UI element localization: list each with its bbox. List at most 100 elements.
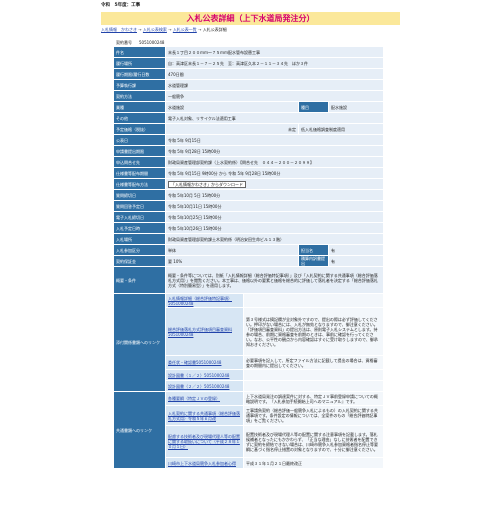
common-label: 共通書類へのリンク	[113, 391, 166, 469]
row-label: 質問回答予定日	[113, 200, 166, 212]
row-value: 令和 5年10月25日 15時00分	[165, 211, 384, 223]
attachment-desc	[243, 369, 384, 381]
row-label: 契約保証金	[113, 255, 166, 267]
row-app-deadline: 申請書提出期限 令和 5年 9月28日 15時00分	[113, 145, 384, 157]
row-value: 有	[328, 244, 384, 256]
common-link[interactable]: 入札契約に関する共通事項（総合評価落札方式用）令和５年６月改	[165, 405, 244, 426]
attachment-link[interactable]: 総合評価落札方式評価項目審査資料 5051000248	[165, 307, 244, 356]
common-link[interactable]: 配慮する技術者及び現場代理人等の配置に関する取扱いについて（平成２８年１０月１日…	[165, 425, 244, 458]
row-value: 自：高津区末長１－７－２５先 至：高津区久本２－１１－３４先 ほか３件	[165, 57, 384, 69]
attachment-desc	[243, 293, 384, 308]
attachment-link[interactable]: 設計図書（２／２）5051000248	[165, 380, 244, 392]
row-place: 履行場所 自：高津区末長１－７－２５先 至：高津区久本２－１１－３４先 ほか３件	[113, 57, 384, 69]
row-label: 質問締切日	[113, 189, 166, 201]
row-open-date: 入札予定日時 令和 5年10月26日 15時00分	[113, 222, 384, 234]
row-method: 契約方法 一般競争	[113, 90, 384, 102]
row-label: 予算執行課	[113, 79, 166, 91]
attachment-link[interactable]: 設計図書（１／２）5051000248	[165, 369, 244, 381]
row-jv: 入札参加区分 単体 担当名 有	[113, 244, 384, 256]
breadcrumb-search-link[interactable]: 入札公表検索	[143, 27, 167, 32]
row-value: 末長１丁目２００ｍｍ～７５ｍｍ配水管布設替工事	[165, 46, 384, 58]
attachment-desc	[243, 380, 384, 392]
row-kind: 業種 水道施設 種目 配水施設	[113, 101, 384, 113]
row-value: 低入札価格調査制度適用	[298, 123, 384, 135]
attachment-desc: 第３号様式は摘記欄が全対象外ですので、提出の際は必ず評価してください。押印がない…	[243, 307, 384, 356]
common-desc: 平成３１年１月２１日最終改正	[243, 457, 384, 469]
row-label: 契約方法	[113, 90, 166, 102]
row-value: 470日間	[165, 68, 384, 80]
row-label: 担当名	[298, 244, 329, 256]
row-doc-method: 仕様書等配布方法 「入札情報かわさき」からダウンロード	[113, 178, 384, 190]
row-value: 令和 5年10月 5日 15時00分	[165, 189, 384, 201]
row-value: 令和 5年10月11日 15時00分	[165, 200, 384, 212]
common-row: 共通書類へのリンク 各種要綱（特定ＪＶの登録） 上下水道局発注の調達案件に対する…	[113, 391, 384, 469]
fiscal-year-line: 令和 5年度：工事	[101, 3, 141, 8]
breadcrumb-current: 入札公表詳細	[202, 27, 227, 32]
row-label: 件名	[113, 46, 166, 58]
row-label: その他	[113, 112, 166, 124]
row-label: 電子入札締切日	[113, 211, 166, 223]
breadcrumb-home-link[interactable]: 入札情報 かわさき	[101, 27, 137, 32]
row-summary: 概要・条件 概要・条件等については、別紙「入札情報詳細（総合評価特記事項）」及び…	[113, 266, 384, 294]
row-label: 仕様書等配布方法	[113, 178, 166, 190]
row-value: 水道管理課	[165, 79, 384, 91]
row-label: 予定価格（税抜）	[113, 123, 166, 135]
row-question-deadline: 質問締切日 令和 5年10月 5日 15時00分	[113, 189, 384, 201]
row-label: 積算内訳書提出	[298, 255, 329, 267]
row-label: 入札予定日時	[113, 222, 166, 234]
contract-no-value: 5051000248	[139, 40, 165, 45]
row-category: 予算執行課 水道管理課	[113, 79, 384, 91]
row-name: 件名 末長１丁目２００ｍｍ～７５ｍｍ配水管布設替工事	[113, 46, 384, 58]
row-other: その他 電子入札対象、リサイクル法適用工事	[113, 112, 384, 124]
row-value: 概要・条件等については、別紙「入札情報詳細（総合評価特記事項）」及び「入札契約に…	[165, 266, 384, 294]
common-link[interactable]: 川崎市上下水道局競争入札参加者心得	[165, 457, 244, 469]
row-price: 予定価格（税抜） 未定 低入札価格調査制度適用	[113, 123, 384, 135]
page-title: 入札公表詳細（上下水道局発注分）	[101, 12, 400, 25]
download-method-box: 「入札情報かわさき」からダウンロード	[168, 180, 246, 188]
row-pub-date: 公表日 令和 5年 9月15日	[113, 134, 384, 146]
row-value: 要 10%	[165, 255, 299, 267]
row-contact: 申込問合せ先 財政局資産管理部契約課（上水契約係）【問合せ先 ０４４－２００－２…	[113, 156, 384, 168]
row-value: 電子入札対象、リサイクル法適用工事	[165, 112, 384, 124]
row-value: 令和 5年 9月15日 9時00分 から 令和 5年 9月28日 15時00分	[165, 167, 384, 179]
attachment-desc: 必要事項を記入して、所定ファイル方法に記載して提出の場合は、資格審査の期間内に提…	[243, 355, 384, 370]
common-link[interactable]: 各種要綱（特定ＪＶの登録）	[165, 391, 244, 406]
row-label: 申請書提出期限	[113, 145, 166, 157]
row-label: 履行期限/履行日数	[113, 68, 166, 80]
row-value: 財政局資産管理部契約課（上水契約係）【問合せ先 ０４４－２００－２０９９】	[165, 156, 384, 168]
row-value: 配水施設	[328, 101, 384, 113]
row-period: 履行期限/履行日数 470日間	[113, 68, 384, 80]
row-value: 水道施設	[165, 101, 299, 113]
row-value: 未定	[165, 123, 299, 135]
row-label: 公表日	[113, 134, 166, 146]
common-desc: 工事請負契約（総合評価一般競争入札によるもの）の入札契約に関する共通事項です。条…	[243, 405, 384, 426]
row-value: 財政局資産管理部契約課土木契約係（明治安田生命ビル１３階）	[165, 233, 384, 245]
row-label: 履行場所	[113, 57, 166, 69]
row-label: 入札場所	[113, 233, 166, 245]
breadcrumb-list-link[interactable]: 入札公表一覧	[173, 27, 197, 32]
page: { "header": { "top_line": "令和 5年度：工事", "…	[0, 0, 500, 515]
attachment-link[interactable]: 入札情報詳細（総合評価特記事項）5051000248	[165, 293, 244, 308]
attachment-link[interactable]: 委任状・確認書5051000248	[165, 355, 244, 370]
row-label: 申込問合せ先	[113, 156, 166, 168]
row-value: 有	[328, 255, 384, 267]
row-guarantee: 契約保証金 要 10% 積算内訳書提出 有	[113, 255, 384, 267]
common-desc: 配置技術者及び現場代理人等の配置に関する注意事項を記載します。落札候補者となった…	[243, 425, 384, 458]
row-value: 「入札情報かわさき」からダウンロード	[165, 178, 384, 190]
row-label: 概要・条件	[113, 266, 166, 294]
row-label: 入札参加区分	[113, 244, 166, 256]
detail-table: 件名 末長１丁目２００ｍｍ～７５ｍｍ配水管布設替工事 履行場所 自：高津区末長１…	[113, 46, 384, 469]
attachments-label: 添付関係書類へのリンク	[113, 293, 166, 392]
row-label: 仕様書等配布期間	[113, 167, 166, 179]
row-label: 種目	[298, 101, 329, 113]
breadcrumb: 入札情報 かわさき → 入札公表検索 → 入札公表一覧 → 入札公表詳細	[101, 27, 227, 33]
row-doc-period: 仕様書等配布期間 令和 5年 9月15日 9時00分 から 令和 5年 9月28…	[113, 167, 384, 179]
row-value: 令和 5年 9月15日	[165, 134, 384, 146]
row-value: 単体	[165, 244, 299, 256]
row-value: 令和 5年 9月28日 15時00分	[165, 145, 384, 157]
row-bid-place: 入札場所 財政局資産管理部契約課土木契約係（明治安田生命ビル１３階）	[113, 233, 384, 245]
row-bid-deadline: 電子入札締切日 令和 5年10月25日 15時00分	[113, 211, 384, 223]
common-desc: 上下水道局発注の調達案件に対する、特定ＪＶ事前登録申請についての概略説明です。『…	[243, 391, 384, 406]
row-label: 業種	[113, 101, 166, 113]
row-value: 令和 5年10月26日 15時00分	[165, 222, 384, 234]
